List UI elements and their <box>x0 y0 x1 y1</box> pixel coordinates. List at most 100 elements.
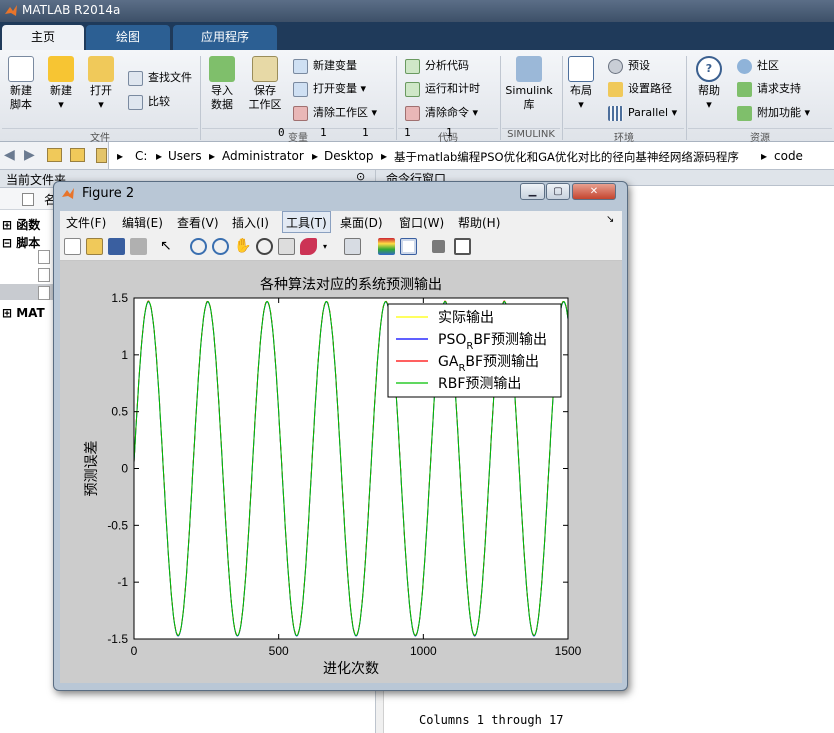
save-icon[interactable] <box>108 238 125 255</box>
tree-group-functions[interactable]: ⊞ 函数 <box>2 216 40 233</box>
x-tick-label: 1000 <box>410 644 437 658</box>
new-script-button[interactable]: 新建 脚本 <box>4 56 38 112</box>
compare-button[interactable]: 比较 <box>128 92 170 112</box>
parallel-button[interactable]: Parallel ▾ <box>608 103 677 123</box>
figure-toolbar: ↖ ✋ ▾ <box>60 233 622 261</box>
help-button[interactable]: ? 帮助 ▾ <box>694 56 724 112</box>
simulink-library-button[interactable]: Simulink 库 <box>502 56 556 112</box>
open-file-icon[interactable] <box>86 238 103 255</box>
crumb-desktop[interactable]: Desktop <box>324 149 374 163</box>
browse-folder-icon[interactable] <box>70 148 85 162</box>
community-icon <box>737 59 752 74</box>
set-path-button[interactable]: 设置路径 <box>608 79 672 99</box>
crumb-users[interactable]: Users <box>168 149 202 163</box>
rotate-3d-icon[interactable] <box>256 238 273 255</box>
address-bar: ◀ ▶ ▸ C: ▸ Users ▸ Administrator ▸ Deskt… <box>0 142 834 170</box>
colorbar-icon[interactable] <box>378 238 395 255</box>
figure-window: Figure 2 ▁ ▢ ✕ 文件(F) 编辑(E) 查看(V) 插入(I) 工… <box>53 181 628 691</box>
y-axis-label: 预测误差 <box>84 441 100 497</box>
legend-entry: RBF预测输出 <box>438 376 521 392</box>
print-icon[interactable] <box>130 238 147 255</box>
crumb-project-folder[interactable]: 基于matlab编程PSO优化和GA优化对比的径向基神经网络源码程序 <box>394 149 739 165</box>
ribbon-separator <box>686 56 687 140</box>
figure-title-bar: Figure 2 ▁ ▢ ✕ <box>54 182 627 208</box>
analyze-code-icon <box>405 59 420 74</box>
preferences-button[interactable]: 预设 <box>608 56 650 76</box>
new-figure-icon[interactable] <box>64 238 81 255</box>
open-button[interactable]: 打开 ▾ <box>84 56 118 112</box>
ribbon-separator <box>562 56 563 140</box>
gear-icon <box>608 59 623 74</box>
menu-tools[interactable]: 工具(T) <box>282 211 331 233</box>
menu-window[interactable]: 窗口(W) <box>399 214 444 231</box>
brush-dropdown-icon[interactable]: ▾ <box>323 242 327 251</box>
tab-apps[interactable]: 应用程序 <box>173 25 277 50</box>
save-workspace-icon <box>252 56 278 82</box>
new-script-icon <box>8 56 34 82</box>
ribbon-separator <box>396 56 397 140</box>
layout-button[interactable]: 布局 ▾ <box>566 56 596 112</box>
close-button[interactable]: ✕ <box>572 183 616 200</box>
clear-commands-button[interactable]: 清除命令 ▾ <box>405 103 478 123</box>
legend-icon[interactable] <box>400 238 417 255</box>
crumb-administrator[interactable]: Administrator <box>222 149 304 163</box>
pointer-icon[interactable]: ↖ <box>160 238 177 255</box>
menu-help[interactable]: 帮助(H) <box>458 214 500 231</box>
y-tick-label: 0 <box>121 462 128 476</box>
y-tick-label: -1 <box>117 575 128 589</box>
group-resources-label: 资源 <box>688 128 832 144</box>
forward-arrow-icon[interactable]: ▶ <box>24 147 35 163</box>
menu-view[interactable]: 查看(V) <box>177 214 219 231</box>
menu-file[interactable]: 文件(F) <box>66 214 106 231</box>
tab-plots[interactable]: 绘图 <box>86 25 170 50</box>
dock-arrow-icon[interactable]: ↘ <box>606 214 614 225</box>
zoom-in-icon[interactable] <box>190 238 207 255</box>
columns-text: Columns 1 through 17 <box>419 713 564 727</box>
save-workspace-button[interactable]: 保存 工作区 <box>244 56 286 112</box>
x-tick-label: 1500 <box>555 644 582 658</box>
addons-button[interactable]: 附加功能 ▾ <box>737 103 810 123</box>
crumb-drive[interactable]: C: <box>135 149 147 163</box>
back-arrow-icon[interactable]: ◀ <box>4 147 15 163</box>
link-plot-icon[interactable] <box>344 238 361 255</box>
crumb-code[interactable]: code <box>774 149 803 163</box>
menu-edit[interactable]: 编辑(E) <box>122 214 163 231</box>
minimize-button[interactable]: ▁ <box>520 183 545 200</box>
open-variable-button[interactable]: 打开变量 ▾ <box>293 79 366 99</box>
brush-icon[interactable] <box>300 238 317 255</box>
ribbon-separator <box>200 56 201 140</box>
import-data-button[interactable]: 导入 数据 <box>204 56 240 112</box>
tree-group-scripts[interactable]: ⊟ 脚本 <box>2 234 40 251</box>
run-and-time-button[interactable]: 运行和计时 <box>405 79 480 99</box>
tab-home[interactable]: 主页 <box>2 25 84 50</box>
community-button[interactable]: 社区 <box>737 56 779 76</box>
ribbon-tab-bar: 主页 绘图 应用程序 <box>0 22 834 50</box>
menu-insert[interactable]: 插入(I) <box>232 214 269 231</box>
menu-desktop[interactable]: 桌面(D) <box>340 214 383 231</box>
script-file-icon[interactable] <box>38 286 50 300</box>
find-files-button[interactable]: 查找文件 <box>128 68 192 88</box>
y-tick-label: -1.5 <box>107 632 128 646</box>
y-tick-label: 1.5 <box>111 291 128 305</box>
request-support-button[interactable]: 请求支持 <box>737 79 801 99</box>
new-variable-icon <box>293 59 308 74</box>
script-file-icon[interactable] <box>38 268 50 282</box>
new-button[interactable]: 新建 ▾ <box>44 56 78 112</box>
up-folder-icon[interactable] <box>47 148 62 162</box>
addons-plus-icon <box>737 106 752 121</box>
show-plot-tools-icon[interactable] <box>454 238 471 255</box>
script-file-icon[interactable] <box>38 250 50 264</box>
hide-plot-tools-icon[interactable] <box>432 240 445 253</box>
maximize-button[interactable]: ▢ <box>546 183 570 200</box>
y-tick-label: 0.5 <box>111 405 128 419</box>
matrix-cell: 0 <box>278 126 285 139</box>
title-bar: MATLAB R2014a <box>0 0 834 22</box>
data-cursor-icon[interactable] <box>278 238 295 255</box>
new-variable-button[interactable]: 新建变量 <box>293 56 357 76</box>
path-breadcrumb[interactable]: ▸ C: ▸ Users ▸ Administrator ▸ Desktop ▸… <box>108 142 834 169</box>
clear-workspace-button[interactable]: 清除工作区 ▾ <box>293 103 377 123</box>
tree-group-mat[interactable]: ⊞ MAT <box>2 306 45 320</box>
pan-hand-icon[interactable]: ✋ <box>234 238 251 255</box>
analyze-code-button[interactable]: 分析代码 <box>405 56 469 76</box>
zoom-out-icon[interactable] <box>212 238 229 255</box>
